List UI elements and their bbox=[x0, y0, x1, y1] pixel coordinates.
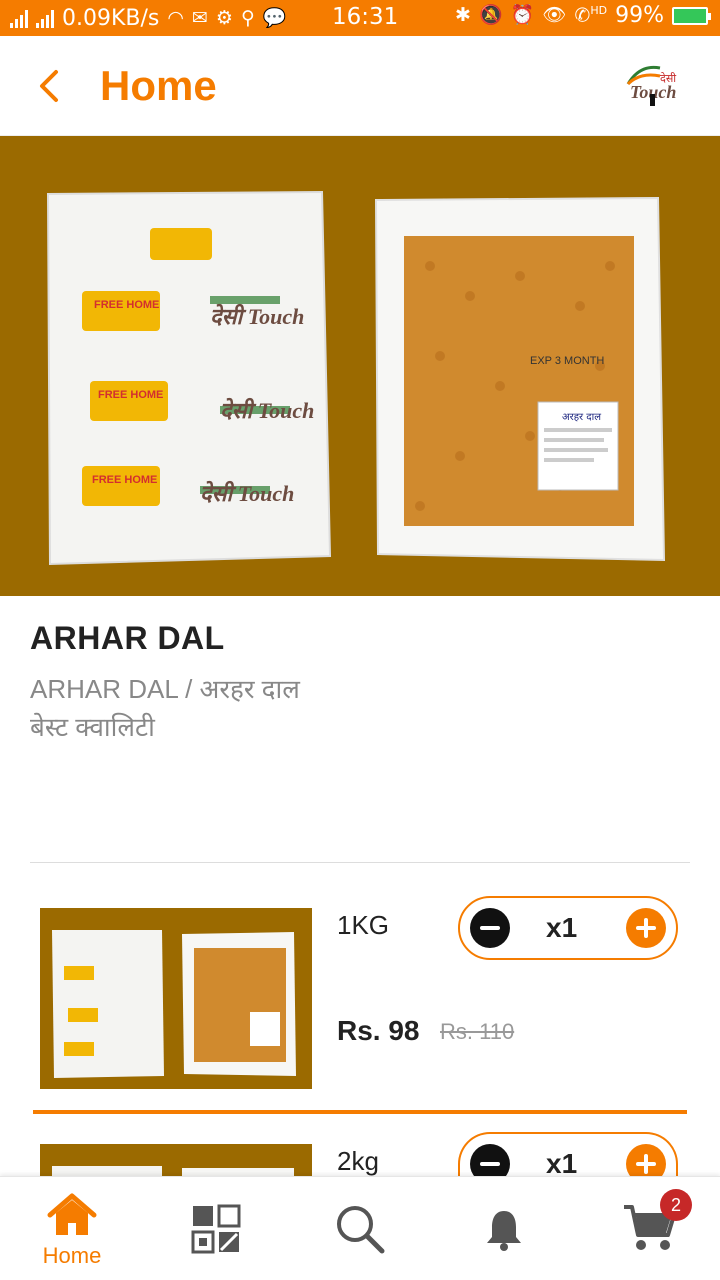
product-description: ARHAR DAL / अरहर दाल बेस्ट क्वालिटी bbox=[30, 674, 300, 742]
status-left: 0.09KB/s ◠ ✉ ⚙ ⚲ 💬 bbox=[10, 6, 287, 31]
hd-label: HD bbox=[590, 4, 608, 18]
nav-search[interactable] bbox=[288, 1177, 432, 1280]
packaging-illustration: देसी Touch देसी Touch देसी Touch FREE HO… bbox=[46, 190, 666, 566]
cart-count-badge: 2 bbox=[660, 1189, 692, 1221]
settings-icon: ⚙ bbox=[215, 6, 233, 29]
free-home-text-2: FREE HOME bbox=[98, 389, 163, 401]
wifi-icon: ◠ bbox=[167, 6, 184, 29]
variant-thumbnail[interactable] bbox=[40, 908, 312, 1089]
nav-notifications[interactable] bbox=[432, 1177, 576, 1280]
desi-touch-logo: देसी Touch bbox=[626, 65, 694, 106]
bell-icon bbox=[487, 1211, 521, 1251]
free-home-text-3: FREE HOME bbox=[92, 474, 157, 486]
nav-home[interactable]: Home bbox=[0, 1177, 144, 1280]
status-bar: 0.09KB/s ◠ ✉ ⚙ ⚲ 💬 16:31 ✱ 🔕 ⏰ 👁 ✆HD 99% bbox=[0, 0, 720, 36]
home-icon bbox=[47, 1193, 97, 1235]
free-home-text-1: FREE HOME bbox=[94, 299, 159, 311]
pack-print-text: EXP 3 MONTH bbox=[530, 355, 604, 367]
variant-thumbnail-image bbox=[52, 930, 296, 1078]
product-hero-image: देसी Touch देसी Touch देसी Touch FREE HO… bbox=[0, 136, 720, 596]
page-title: Home bbox=[100, 62, 217, 109]
nav-cart[interactable] bbox=[576, 1177, 720, 1280]
categories-grid-icon bbox=[191, 1204, 241, 1254]
nav-home-label: Home bbox=[42, 1243, 102, 1268]
variant-size: 2kg bbox=[337, 1146, 379, 1176]
increase-quantity-button[interactable] bbox=[626, 908, 666, 948]
section-divider bbox=[30, 862, 690, 863]
signal-icon bbox=[10, 8, 28, 28]
brand-text-3: देसी Touch bbox=[200, 480, 294, 506]
battery-icon bbox=[672, 6, 711, 25]
search-icon bbox=[337, 1206, 385, 1254]
bottom-navigation: Home 2 bbox=[0, 1176, 720, 1280]
brand-text-1: देसी Touch bbox=[210, 303, 304, 329]
quantity-value: x1 bbox=[546, 912, 578, 943]
variant-price: Rs. 98 bbox=[337, 1015, 420, 1046]
variant-thumbnail-image bbox=[52, 1166, 294, 1176]
back-arrow-icon[interactable] bbox=[30, 66, 70, 106]
variant-thumbnail[interactable] bbox=[40, 1144, 312, 1176]
mute-icon: 🔕 bbox=[478, 4, 503, 26]
quantity-stepper: x1 bbox=[458, 896, 678, 960]
variant-separator bbox=[33, 1110, 687, 1114]
call-hd-icon: ✆HD bbox=[574, 4, 608, 27]
alarm-icon: ⏰ bbox=[510, 4, 535, 26]
message-icon: 💬 bbox=[262, 6, 287, 29]
status-right: ✱ 🔕 ⏰ 👁 ✆HD 99% bbox=[455, 3, 711, 28]
bluetooth-icon: ✱ bbox=[455, 4, 471, 26]
decrease-quantity-button[interactable] bbox=[470, 908, 510, 948]
usb-icon: ⚲ bbox=[240, 6, 255, 29]
mail-icon: ✉ bbox=[191, 6, 208, 29]
status-time: 16:31 bbox=[332, 4, 399, 30]
brand-text-2: देसी Touch bbox=[220, 397, 314, 423]
eye-icon: 👁 bbox=[542, 4, 567, 26]
quantity-stepper: x1 bbox=[458, 1132, 678, 1184]
battery-percent: 99% bbox=[615, 3, 664, 28]
variant-size: 1KG bbox=[337, 910, 390, 940]
printed-package: देसी Touch देसी Touch देसी Touch FREE HO… bbox=[46, 190, 332, 566]
product-name: ARHAR DAL bbox=[30, 620, 225, 656]
network-speed: 0.09KB/s bbox=[62, 5, 160, 31]
nav-categories[interactable] bbox=[144, 1177, 288, 1280]
signal-2-icon bbox=[36, 8, 54, 28]
dal-package: अरहर दाल EXP 3 MONTH bbox=[374, 196, 666, 562]
variant-mrp: Rs. 110 bbox=[440, 1019, 515, 1044]
pack-label-text: अरहर दाल bbox=[562, 412, 601, 423]
app-bar: Home देसी Touch bbox=[0, 36, 720, 136]
